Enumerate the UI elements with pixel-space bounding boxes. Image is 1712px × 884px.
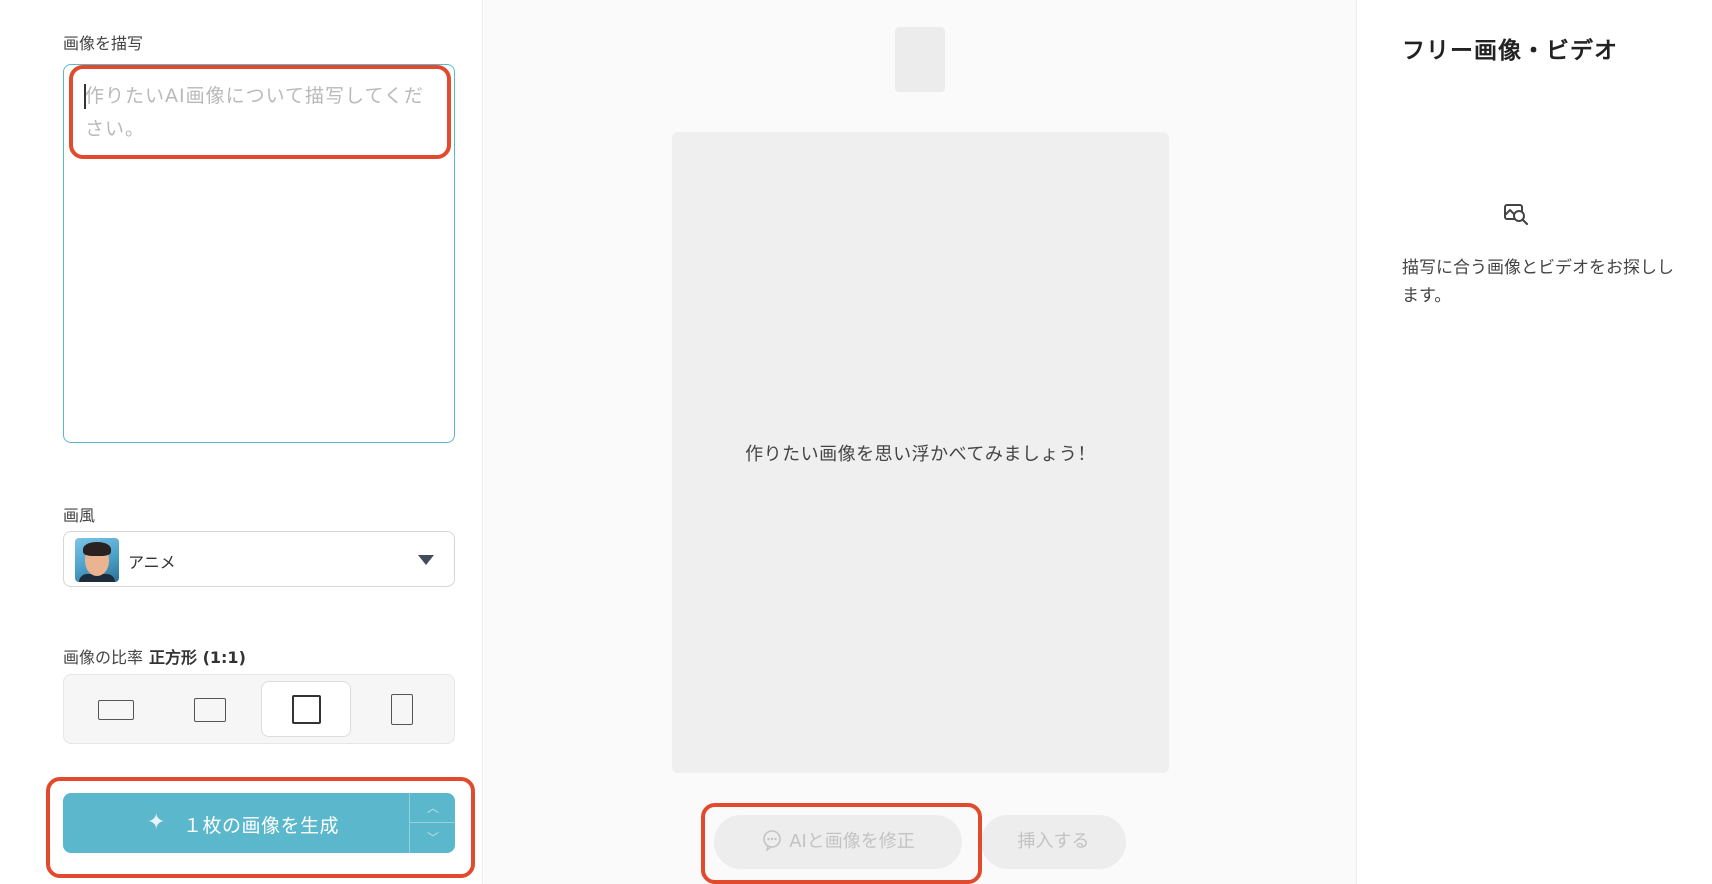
square-icon — [292, 695, 321, 724]
portrait-icon — [391, 694, 413, 725]
style-thumbnail — [75, 538, 119, 582]
ratio-option-wide[interactable] — [70, 681, 160, 737]
insert-label: 挿入する — [1017, 831, 1090, 852]
style-value: アニメ — [128, 553, 176, 572]
preview-canvas: 作りたい画像を思い浮かべてみましょう！ — [672, 132, 1169, 773]
panel-title: フリー画像・ビデオ — [1402, 38, 1618, 64]
canvas-hint: 作りたい画像を思い浮かべてみましょう！ — [745, 444, 1096, 465]
ai-edit-button[interactable]: AIと画像を修正 — [714, 815, 962, 869]
ratio-selector — [63, 674, 455, 744]
prompt-placeholder: 作りたいAI画像について描写してください。 — [85, 85, 424, 140]
panel-description: 描写に合う画像とビデオをお探しします。 — [1402, 258, 1674, 306]
insert-button[interactable]: 挿入する — [981, 815, 1126, 869]
chevron-up-icon[interactable]: ︿ — [410, 793, 456, 823]
count-stepper: ︿ ﹀ — [409, 793, 456, 853]
ratio-value: 正方形 (1:1) — [149, 648, 246, 667]
landscape-icon — [194, 698, 226, 722]
sparkle-icon: ✦ — [147, 810, 166, 835]
dropdown-arrow-icon — [418, 555, 434, 565]
chevron-down-icon[interactable]: ﹀ — [410, 823, 456, 853]
style-dropdown[interactable]: アニメ — [63, 531, 455, 587]
ratio-option-portrait[interactable] — [356, 681, 446, 737]
preview-thumbnail[interactable] — [895, 27, 945, 92]
generator-panel: 画像を描写 作りたいAI画像について描写してください。 画風 アニメ 画像の比率… — [0, 0, 483, 884]
generate-button[interactable]: ✦ １枚の画像を生成 ︿ ﹀ — [63, 793, 456, 853]
generate-label: １枚の画像を生成 — [183, 815, 340, 837]
chat-icon — [763, 830, 781, 851]
ratio-label-row: 画像の比率 正方形 (1:1) — [63, 644, 246, 668]
describe-label: 画像を描写 — [63, 34, 144, 53]
image-search-icon — [1504, 204, 1529, 226]
preview-panel: 作りたい画像を思い浮かべてみましょう！ AIと画像を修正 挿入する — [484, 0, 1356, 884]
free-media-panel: フリー画像・ビデオ 描写に合う画像とビデオをお探しします。 — [1356, 0, 1712, 884]
ai-edit-label: AIと画像を修正 — [789, 831, 915, 852]
style-label: 画風 — [63, 506, 96, 525]
ratio-option-square[interactable] — [261, 681, 351, 737]
ratio-label: 画像の比率 — [63, 648, 144, 667]
landscape-wide-icon — [98, 700, 134, 720]
ratio-option-landscape[interactable] — [165, 681, 255, 737]
